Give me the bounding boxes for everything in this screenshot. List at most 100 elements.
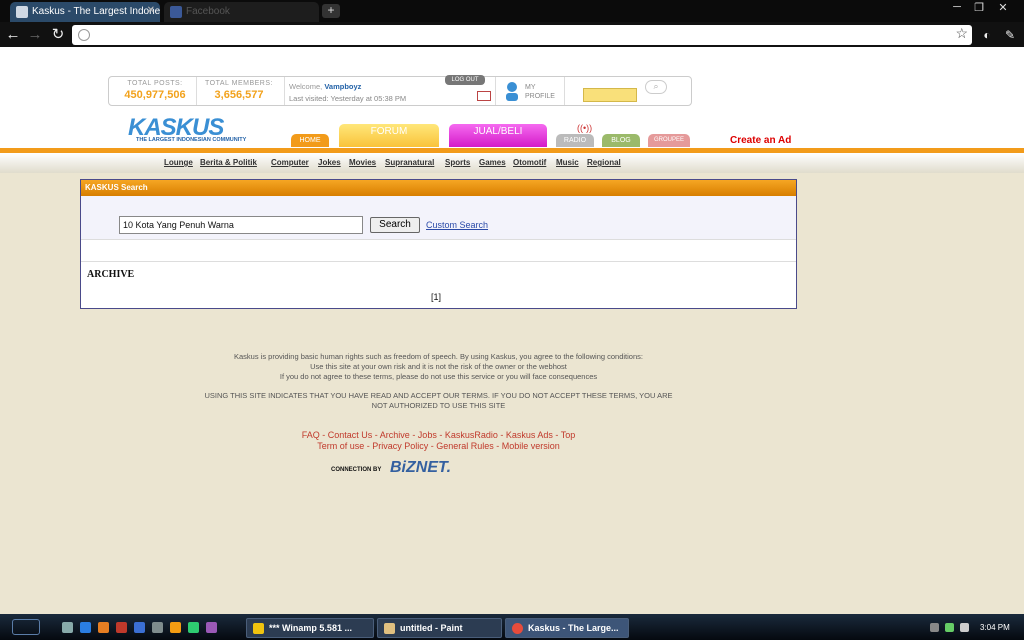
kaskus-favicon-icon xyxy=(16,6,28,18)
divider xyxy=(196,77,197,105)
category-music[interactable]: Music xyxy=(556,158,579,167)
welcome-prefix: Welcome, xyxy=(289,82,323,91)
web-page: TOTAL POSTS: 450,977,506 TOTAL MEMBERS: … xyxy=(0,47,1024,614)
paint-icon xyxy=(384,623,395,634)
close-tab-icon[interactable]: ✕ xyxy=(147,5,155,16)
category-jokes[interactable]: Jokes xyxy=(318,158,341,167)
chrome-icon xyxy=(512,623,523,634)
task-label: untitled - Paint xyxy=(400,623,463,633)
taskbar: *** Winamp 5.581 ... untitled - Paint Ka… xyxy=(0,614,1024,640)
total-members-value: 3,656,577 xyxy=(214,89,264,101)
total-posts-label: TOTAL POSTS: xyxy=(127,80,183,87)
tab-title: Facebook xyxy=(186,6,230,17)
bookmark-star-icon[interactable]: ☆ xyxy=(955,25,968,42)
task-label: *** Winamp 5.581 ... xyxy=(269,623,352,633)
browser-tab-bar: Kaskus - The Largest Indonesi ✕ Facebook… xyxy=(0,0,1024,22)
search-panel: KASKUS Search Search Custom Search ARCHI… xyxy=(80,179,797,309)
category-berita-politik[interactable]: Berita & Politik xyxy=(200,158,257,167)
tab-kaskus[interactable]: Kaskus - The Largest Indonesi ✕ xyxy=(10,2,160,22)
tab-jual-beli[interactable]: JUAL/BELI xyxy=(449,124,547,147)
category-movies[interactable]: Movies xyxy=(349,158,376,167)
page-menu-icon[interactable]: ◐ xyxy=(977,25,997,45)
custom-search-link[interactable]: Custom Search xyxy=(426,220,488,230)
category-supranatural[interactable]: Supranatural xyxy=(385,158,434,167)
archive-heading: ARCHIVE xyxy=(87,269,135,280)
tab-facebook[interactable]: Facebook xyxy=(164,2,319,22)
new-tab-button[interactable]: + xyxy=(322,4,340,18)
category-games[interactable]: Games xyxy=(479,158,506,167)
divider xyxy=(81,261,796,262)
forward-icon[interactable]: → xyxy=(25,25,45,45)
app-icon[interactable] xyxy=(116,622,127,633)
start-button[interactable] xyxy=(12,619,40,635)
network-icon[interactable] xyxy=(945,623,954,632)
search-panel-title: KASKUS Search xyxy=(81,180,796,196)
my-profile-link[interactable]: MY PROFILE xyxy=(525,83,561,101)
task-winamp[interactable]: *** Winamp 5.581 ... xyxy=(246,618,374,638)
close-window-button[interactable]: ✕ xyxy=(992,1,1014,15)
category-lounge[interactable]: Lounge xyxy=(164,158,193,167)
total-members: TOTAL MEMBERS: 3,656,577 xyxy=(199,80,279,101)
total-members-label: TOTAL MEMBERS: xyxy=(205,80,273,87)
facebook-favicon-icon xyxy=(170,6,182,18)
ie-icon[interactable] xyxy=(80,622,91,633)
tray-icon[interactable] xyxy=(930,623,939,632)
browser-toolbar: ← → ↻ ☆ ◐ ✎ xyxy=(0,22,1024,47)
app-icon[interactable] xyxy=(170,622,181,633)
firefox-icon[interactable] xyxy=(98,622,109,633)
terms-line-2: Use this site at your own risk and it is… xyxy=(310,362,567,371)
tab-radio[interactable]: RADIO xyxy=(556,134,594,147)
header-search-input[interactable] xyxy=(583,88,637,102)
footer-links-2[interactable]: Term of use - Privacy Policy - General R… xyxy=(80,441,797,452)
tab-home[interactable]: HOME xyxy=(291,134,329,147)
tab-groupee[interactable]: GROUPEE xyxy=(648,134,690,147)
header-search-button[interactable]: ⌕ xyxy=(645,80,667,94)
category-otomotif[interactable]: Otomotif xyxy=(513,158,546,167)
search-input[interactable] xyxy=(119,216,363,234)
category-regional[interactable]: Regional xyxy=(587,158,621,167)
clock[interactable]: 3:04 PM xyxy=(980,623,1010,632)
task-label: Kaskus - The Large... xyxy=(528,623,619,633)
footer-links-1[interactable]: FAQ - Contact Us - Archive - Jobs - Kask… xyxy=(80,430,797,441)
app-icon[interactable] xyxy=(152,622,163,633)
wrench-icon[interactable]: ✎ xyxy=(1000,25,1020,45)
biznet-logo[interactable]: BiZNET. xyxy=(390,459,451,477)
radio-icon: ((•)) xyxy=(577,123,593,133)
category-sports[interactable]: Sports xyxy=(445,158,470,167)
pagination[interactable]: [1] xyxy=(431,292,441,302)
welcome-text: Welcome, Vampboyz xyxy=(289,82,361,91)
task-paint[interactable]: untitled - Paint xyxy=(377,618,502,638)
logout-button[interactable]: LOG OUT xyxy=(445,75,485,85)
username-link[interactable]: Vampboyz xyxy=(324,82,361,91)
connection-label: CONNECTION BY xyxy=(331,467,382,473)
search-form: Search Custom Search xyxy=(81,196,796,240)
site-header: TOTAL POSTS: 450,977,506 TOTAL MEMBERS: … xyxy=(0,47,1024,148)
profile-icon[interactable] xyxy=(501,80,523,102)
terms-line-3: If you do not agree to these terms, plea… xyxy=(279,372,598,381)
create-ad-link[interactable]: Create an Ad xyxy=(730,135,791,146)
minimize-button[interactable]: ─ xyxy=(946,1,968,15)
search-button[interactable]: Search xyxy=(370,217,420,233)
divider xyxy=(564,77,565,105)
app-icon[interactable] xyxy=(134,622,145,633)
divider xyxy=(495,77,496,105)
terms-line-4: USING THIS SITE INDICATES THAT YOU HAVE … xyxy=(204,391,673,400)
app-icon[interactable] xyxy=(188,622,199,633)
total-posts: TOTAL POSTS: 450,977,506 xyxy=(117,80,193,101)
terms-line-1: Kaskus is providing basic human rights s… xyxy=(234,352,643,361)
category-bar: Lounge Berita & Politik Computer Jokes M… xyxy=(0,153,1024,173)
total-posts-value: 450,977,506 xyxy=(124,89,186,101)
volume-icon[interactable] xyxy=(960,623,969,632)
tab-forum[interactable]: FORUM xyxy=(339,124,439,147)
task-kaskus-browser[interactable]: Kaskus - The Large... xyxy=(505,618,629,638)
address-bar[interactable]: ☆ xyxy=(72,25,972,45)
restore-button[interactable]: ❐ xyxy=(968,1,990,15)
app-icon[interactable] xyxy=(206,622,217,633)
stats-box: TOTAL POSTS: 450,977,506 TOTAL MEMBERS: … xyxy=(108,75,692,106)
category-computer[interactable]: Computer xyxy=(271,158,309,167)
back-icon[interactable]: ← xyxy=(3,25,23,45)
tab-blog[interactable]: BLOG xyxy=(602,134,640,147)
reload-icon[interactable]: ↻ xyxy=(48,25,68,45)
mail-icon[interactable] xyxy=(477,91,491,101)
show-desktop-icon[interactable] xyxy=(62,622,73,633)
